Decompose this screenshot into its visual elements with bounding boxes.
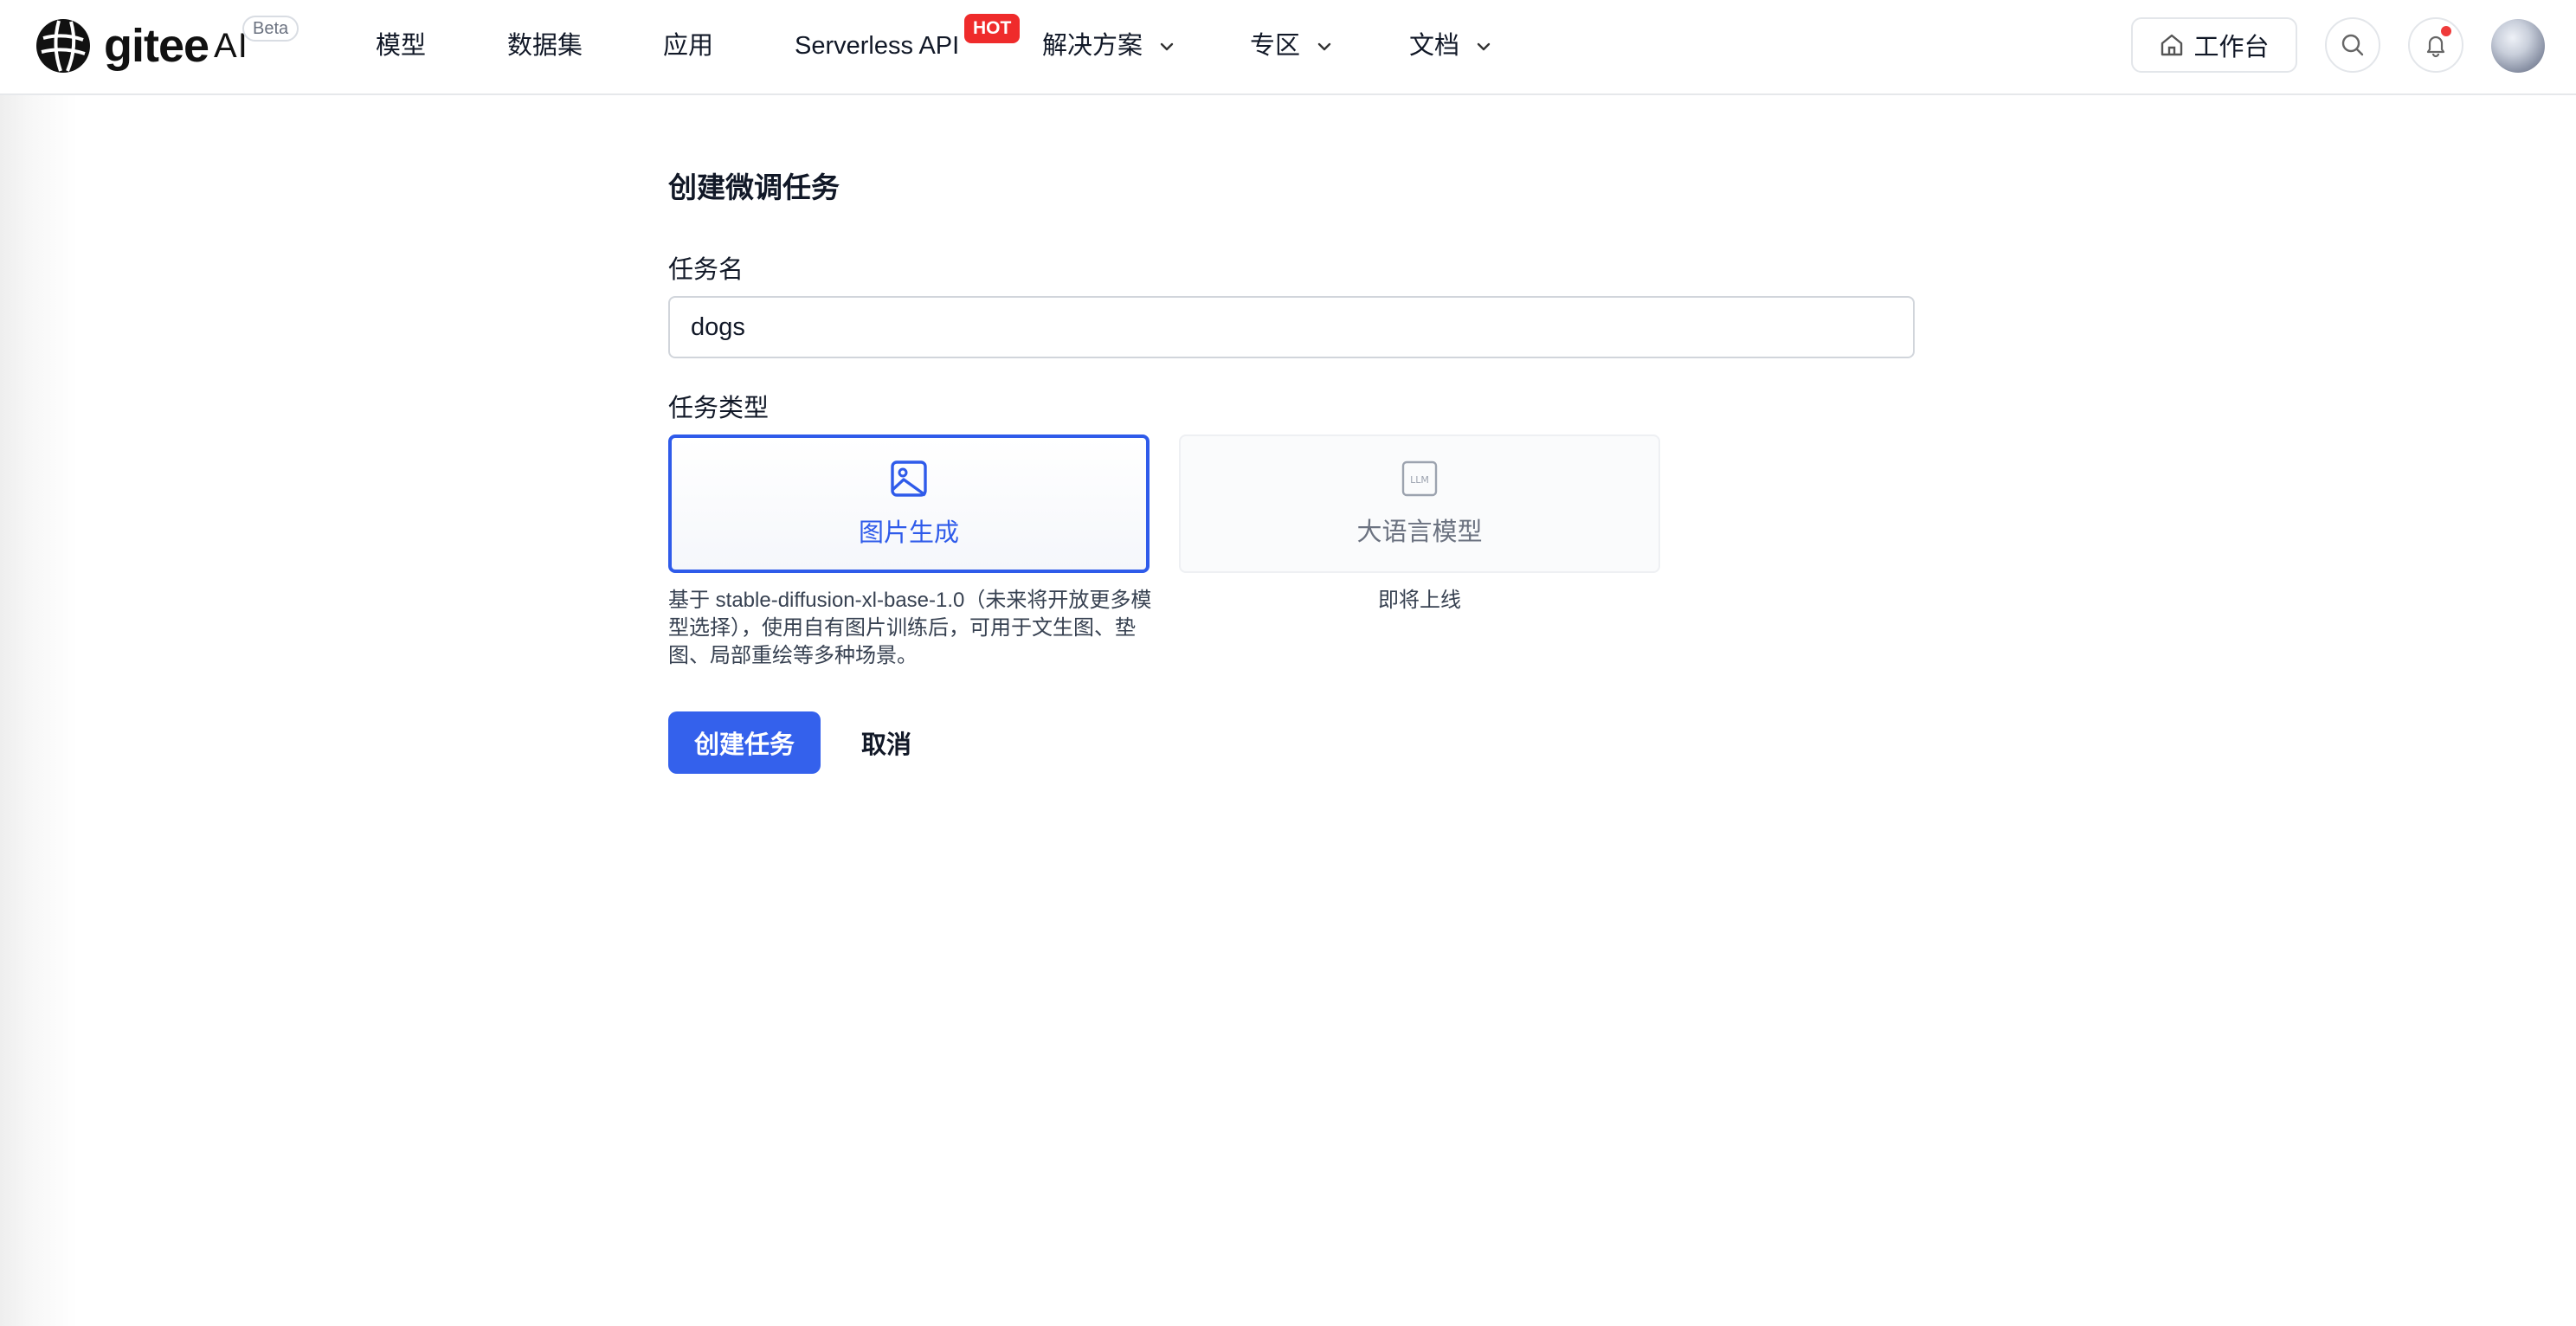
svg-text:LLM: LLM [1410, 474, 1429, 486]
nav-item-label: 数据集 [507, 32, 583, 60]
task-type-label: 任务类型 [668, 395, 770, 422]
nav-item-label: 文档 [1409, 32, 1460, 60]
notifications-button[interactable] [2408, 17, 2463, 73]
image-icon [891, 460, 927, 497]
nav-item-label: 解决方案 [1042, 32, 1143, 60]
chevron-down-icon [1477, 43, 1491, 51]
task-name-label: 任务名 [668, 256, 744, 284]
top-navbar: gitee AI Beta 模型 数据集 应用 Serverless API H… [0, 0, 2576, 95]
llm-icon: LLM [1401, 460, 1438, 497]
beta-badge: Beta [242, 16, 299, 42]
task-type-image-generation[interactable]: 图片生成 [668, 434, 1150, 573]
notification-dot [2439, 24, 2453, 38]
nav-item-solutions[interactable]: 解决方案 [1042, 26, 1174, 66]
nav-item-models[interactable]: 模型 [376, 26, 426, 66]
nav-item-zones[interactable]: 专区 [1250, 26, 1331, 66]
workbench-label: 工作台 [2193, 34, 2270, 61]
create-task-button[interactable]: 创建任务 [668, 711, 821, 774]
nav-item-label: 模型 [376, 32, 427, 60]
search-button[interactable] [2325, 17, 2380, 73]
nav-item-label: 应用 [663, 32, 714, 60]
chevron-down-icon [1160, 43, 1174, 51]
cancel-button[interactable]: 取消 [840, 711, 933, 774]
nav-item-label: Serverless API [795, 32, 960, 60]
page-title: 创建微调任务 [668, 171, 840, 203]
nav-item-serverless-api[interactable]: Serverless API [795, 26, 959, 66]
llm-coming-soon: 即将上线 [1378, 589, 1461, 612]
nav-item-docs[interactable]: 文档 [1409, 26, 1491, 66]
hot-badge: HOT [964, 14, 1021, 43]
search-icon [2341, 34, 2364, 56]
nav-item-apps[interactable]: 应用 [663, 26, 713, 66]
logo-wordmark: gitee [104, 20, 209, 72]
avatar[interactable] [2491, 19, 2545, 73]
home-icon [2161, 34, 2183, 56]
image-generation-description: 基于 stable-diffusion-xl-base-1.0（未来将开放更多模… [668, 589, 1152, 667]
globe-logo-icon [36, 19, 90, 73]
task-type-llm[interactable]: LLM 大语言模型 [1179, 434, 1660, 573]
task-type-label: 大语言模型 [1356, 518, 1483, 546]
chevron-down-icon [1317, 43, 1331, 51]
workbench-button[interactable]: 工作台 [2131, 17, 2297, 73]
task-name-input[interactable] [668, 296, 1915, 358]
nav-item-datasets[interactable]: 数据集 [507, 26, 583, 66]
task-type-label: 图片生成 [858, 519, 959, 547]
gitee-ai-logo[interactable]: gitee AI Beta [35, 16, 299, 74]
nav-item-label: 专区 [1250, 32, 1301, 60]
